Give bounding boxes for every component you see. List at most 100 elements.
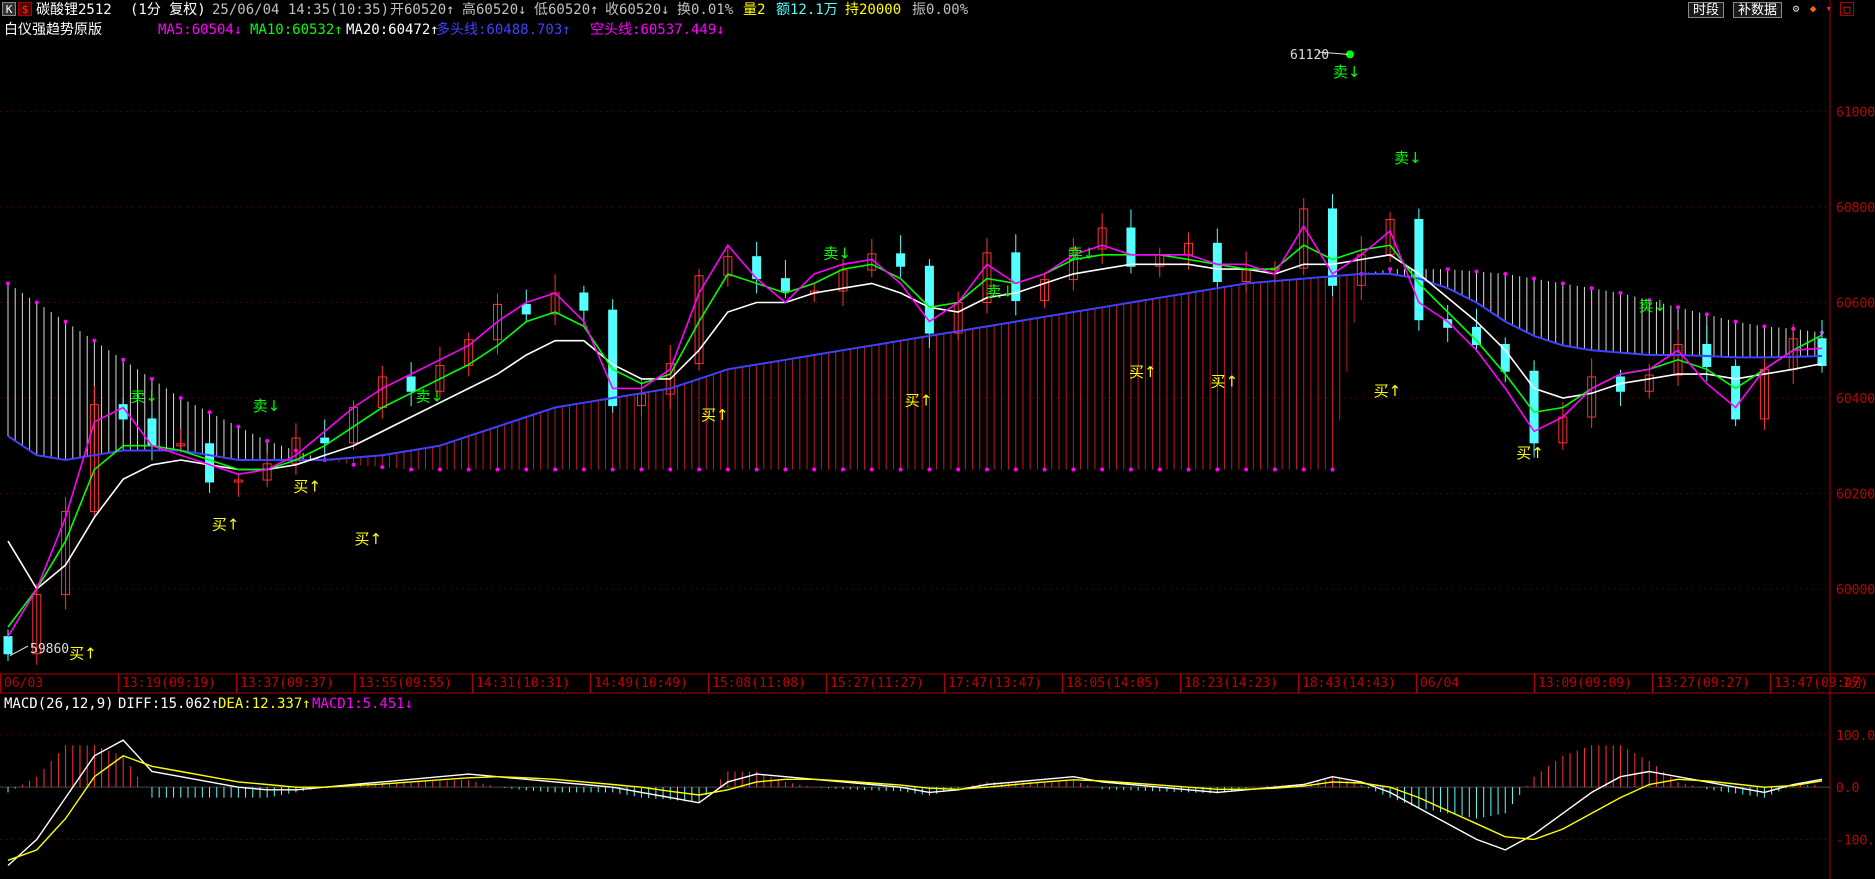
- time-tick-label: 15:27(11:27): [830, 676, 924, 691]
- buy-signal: 买↑: [905, 392, 933, 410]
- short-line-dot: [1157, 467, 1162, 472]
- time-tick-label: 18:05(14:05): [1066, 676, 1160, 691]
- short-line-dot: [1071, 467, 1076, 472]
- short-line-dot: [1762, 324, 1767, 329]
- candle-body: [3, 636, 13, 655]
- short-line-dot: [6, 281, 10, 286]
- price-tick-label: 60600: [1836, 297, 1875, 312]
- time-tick: [1298, 674, 1299, 693]
- buy-signal: 买↑: [293, 478, 321, 496]
- time-axis: 06/03 13:19(09:19) 13:37(09:37) 13:55(09:55…: [0, 674, 1875, 694]
- short-line-dot: [1272, 467, 1277, 472]
- short-line-dot: [1560, 281, 1565, 286]
- time-tick: [472, 674, 473, 693]
- short-line-dot: [63, 319, 68, 324]
- short-line-dot: [1301, 467, 1306, 472]
- candle-body: [608, 309, 618, 407]
- short-line-dot: [524, 467, 529, 472]
- short-line-dot: [668, 467, 673, 472]
- short-line-dot: [437, 467, 442, 472]
- short-line-dot: [1733, 319, 1738, 324]
- short-line-dot: [639, 467, 644, 472]
- buy-signal: 买↑: [1211, 373, 1239, 391]
- short-line-dot: [1330, 467, 1335, 472]
- price-tick-label: 60000: [1836, 583, 1875, 598]
- time-tick: [708, 674, 709, 693]
- time-tick-label: 18:23(14:23): [1184, 676, 1278, 691]
- short-line-dot: [697, 467, 702, 472]
- kline-chart[interactable]: 买↑ 买↑ 买↑ 买↑ 买↑ 买↑ 买↑ 买↑ 买↑ 买↑ 卖↓ 卖↓ 卖↓ 卖↓ 卖↓ 卖↓ 卖↓ 卖↓ 卖↓ 6…: [0, 0, 1875, 879]
- short-line-dot: [380, 465, 385, 470]
- candle-body: [896, 253, 906, 267]
- short-line-dot: [1618, 290, 1623, 295]
- time-tick: [1770, 674, 1771, 693]
- high-label: 61120: [1290, 48, 1330, 63]
- price-tick-label: 60400: [1836, 392, 1875, 407]
- time-tick-label: 06/03: [4, 676, 44, 691]
- time-tick: [236, 674, 237, 693]
- short-line-dot: [927, 467, 932, 472]
- macd-tick-label: 100.0: [1836, 729, 1875, 744]
- time-tick-label: 13:55(09:55): [358, 676, 452, 691]
- period-axis-label: 1分: [1842, 676, 1863, 691]
- short-line-dot: [92, 338, 97, 343]
- short-line-dot: [581, 467, 586, 472]
- short-line-dot: [466, 467, 471, 472]
- time-tick-label: 14:31(10:31): [476, 676, 570, 691]
- candle-body: [320, 437, 330, 444]
- short-line-dot: [956, 467, 961, 472]
- macd-tick-label: 0.0: [1836, 781, 1859, 796]
- low-pointer: [9, 645, 29, 657]
- short-line-dot: [1013, 467, 1018, 472]
- short-line-dot: [1704, 312, 1709, 317]
- candle-body: [780, 278, 790, 292]
- short-line-dot: [1244, 467, 1249, 472]
- macd-hist: MACD1:5.451↓: [312, 696, 414, 712]
- time-tick: [1534, 674, 1535, 693]
- short-line-dot: [495, 467, 500, 472]
- short-line-dot: [984, 467, 989, 472]
- price-tick-label: 60200: [1836, 487, 1875, 502]
- short-line-dot: [121, 357, 126, 362]
- candle-body: [521, 303, 531, 315]
- candle-body: [924, 265, 934, 334]
- sell-signal: 卖↓: [1394, 149, 1422, 167]
- time-tick: [0, 674, 1, 693]
- sell-signal: 卖↓: [1639, 297, 1667, 315]
- price-tick-label: 60800: [1836, 201, 1875, 216]
- buy-signal: 买↑: [1374, 382, 1402, 400]
- sell-signal: 卖↓: [823, 244, 851, 262]
- buy-signal: 买↑: [1516, 444, 1544, 462]
- short-line-dot: [1445, 267, 1450, 272]
- time-tick-label: 15:08(11:08): [712, 676, 806, 691]
- short-line-dot: [34, 300, 39, 305]
- time-tick: [354, 674, 355, 693]
- time-tick: [590, 674, 591, 693]
- short-line-dot: [725, 467, 730, 472]
- time-tick: [944, 674, 945, 693]
- candle-body: [406, 376, 416, 392]
- time-tick: [1180, 674, 1181, 693]
- short-line-dot: [841, 467, 846, 472]
- time-tick: [1652, 674, 1653, 693]
- short-line-dot: [351, 462, 356, 467]
- short-line-dot: [1676, 305, 1681, 310]
- short-line-dot: [1388, 267, 1393, 272]
- macd-diff-line: [7, 739, 1823, 867]
- time-tick-label: 06/04: [1420, 676, 1460, 691]
- short-line-dot: [812, 467, 817, 472]
- sell-signal: 卖↓: [1333, 63, 1361, 81]
- low-label: 59860: [30, 642, 70, 657]
- short-line-dot: [754, 467, 759, 472]
- short-line-dot: [1215, 467, 1220, 472]
- time-tick-label: 13:19(09:19): [122, 676, 216, 691]
- time-tick-label: 14:49(10:49): [594, 676, 688, 691]
- buy-signal: 买↑: [69, 645, 97, 663]
- time-tick-label: 13:37(09:37): [240, 676, 334, 691]
- candle-body: [205, 443, 215, 483]
- time-tick: [1416, 674, 1417, 693]
- short-line-dot: [553, 467, 558, 472]
- macd-dea: DEA:12.337↑: [218, 696, 311, 712]
- price-tick-label: 61000: [1836, 106, 1875, 121]
- short-line-dot: [783, 467, 788, 472]
